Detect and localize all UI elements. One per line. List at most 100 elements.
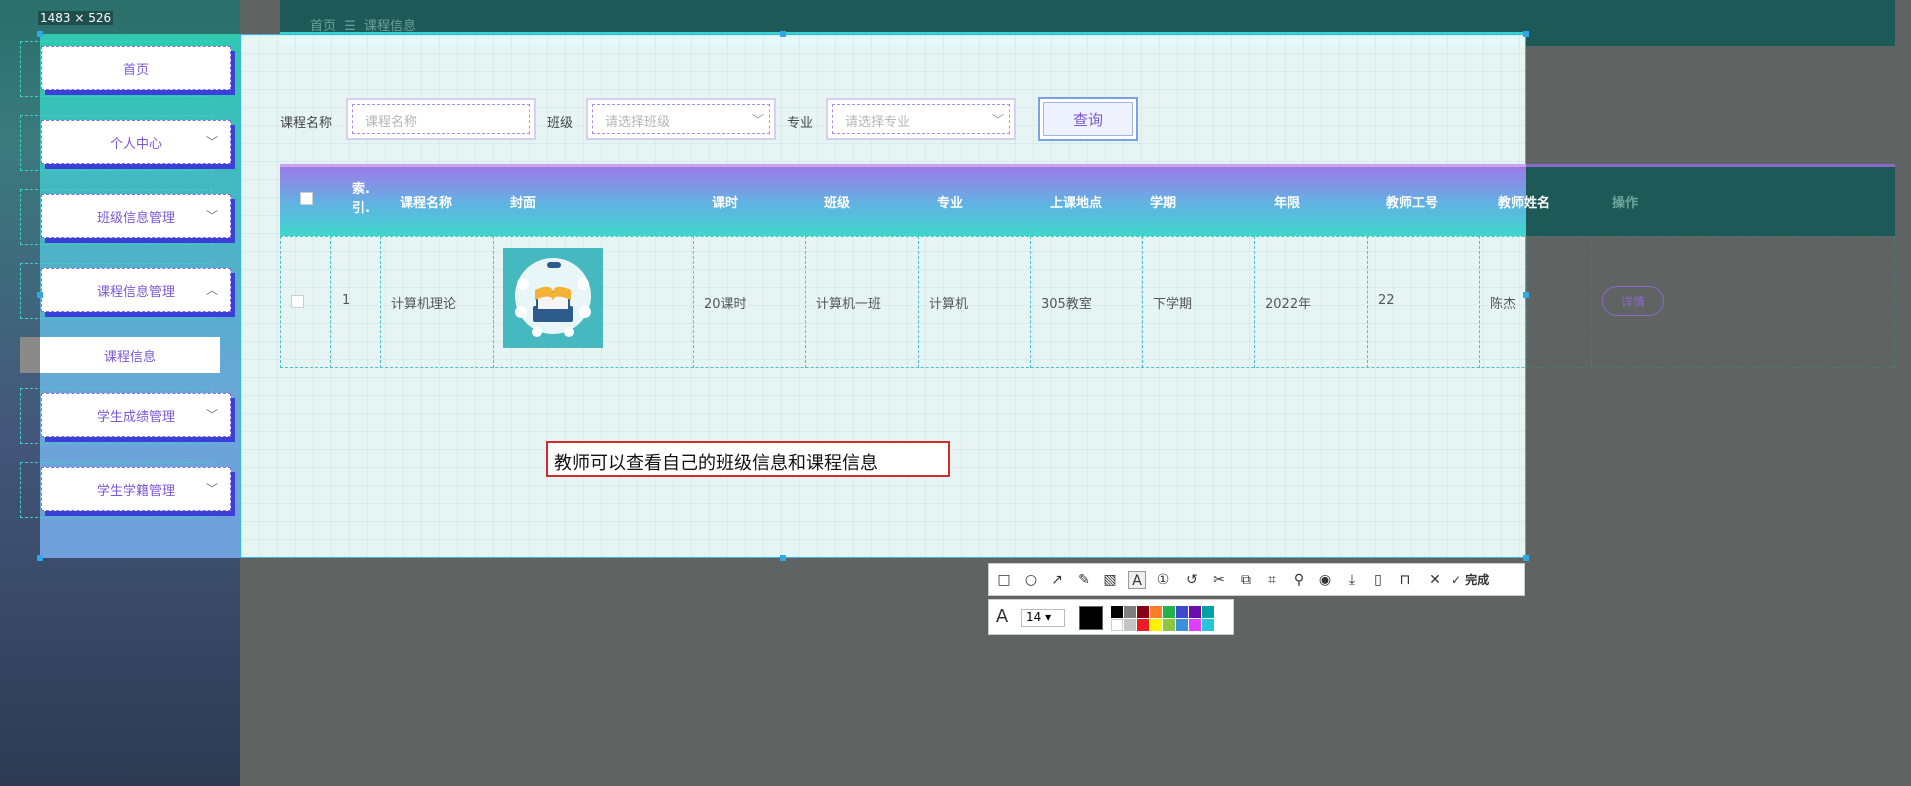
chevron-down-icon: ﹀ <box>205 135 218 149</box>
record-icon[interactable]: ◉ <box>1316 571 1334 589</box>
selection-handle[interactable] <box>37 292 43 298</box>
header-year: 年限 <box>1274 196 1301 211</box>
sidebar-item-label: 学生学籍管理 <box>96 483 175 499</box>
cell-index: 1 <box>342 293 351 308</box>
sidebar-item-score-management[interactable]: 学生成绩管理 ﹀ <box>20 388 231 444</box>
cell-year: 2022年 <box>1265 297 1312 312</box>
cell-class: 计算机一班 <box>816 297 882 312</box>
course-name-label: 课程名称 <box>280 116 333 131</box>
sidebar-item-home[interactable]: 首页 <box>20 41 231 97</box>
chevron-down-icon: ﹀ <box>751 113 764 127</box>
pencil-icon[interactable]: ✎ <box>1075 571 1093 589</box>
text-style-toolbar: A 14 ▾ <box>988 599 1234 635</box>
sidebar-sub-item-course-info[interactable]: 课程信息 <box>40 337 220 373</box>
query-button[interactable]: 查询 <box>1038 97 1138 141</box>
phone-icon[interactable]: ▯ <box>1369 571 1387 589</box>
sidebar-item-status-management[interactable]: 学生学籍管理 ﹀ <box>20 462 231 518</box>
color-swatch[interactable] <box>1163 606 1175 618</box>
bookmark-icon[interactable]: ⊓ <box>1396 571 1414 589</box>
selection-handle[interactable] <box>1523 292 1529 298</box>
done-button[interactable]: ✓ 完成 <box>1451 571 1511 589</box>
breadcrumb-home[interactable]: 首页 <box>310 19 336 34</box>
font-size-value: 14 <box>1026 610 1042 624</box>
selection-handle[interactable] <box>37 555 43 561</box>
number-icon[interactable]: ① <box>1154 571 1172 589</box>
row-checkbox[interactable] <box>291 295 304 308</box>
arrow-icon[interactable]: ↗ <box>1048 571 1066 589</box>
color-swatch[interactable] <box>1150 619 1162 631</box>
circle-icon[interactable]: ○ <box>1022 571 1040 589</box>
sidebar-item-label: 班级信息管理 <box>96 210 175 226</box>
select-all-checkbox[interactable] <box>300 192 313 205</box>
cell-term: 下学期 <box>1153 297 1193 312</box>
color-swatch[interactable] <box>1189 619 1201 631</box>
header-teacher-name: 教师姓名 <box>1498 196 1551 211</box>
selection-handle[interactable] <box>780 31 786 37</box>
class-placeholder: 请选择班级 <box>592 104 770 134</box>
header-hours: 课时 <box>712 196 739 211</box>
cell-major: 计算机 <box>929 297 969 312</box>
class-label: 班级 <box>547 116 574 131</box>
color-swatch[interactable] <box>1189 606 1201 618</box>
course-cover-image <box>503 248 603 348</box>
chevron-down-icon: ﹀ <box>991 113 1004 127</box>
breadcrumb: 首页 ☰ 课程信息 <box>310 15 416 34</box>
color-swatch[interactable] <box>1176 619 1188 631</box>
course-name-input[interactable]: 课程名称 <box>346 98 536 140</box>
pin-icon[interactable]: ⚲ <box>1290 571 1308 589</box>
header-cover: 封面 <box>510 196 537 211</box>
current-color[interactable] <box>1079 606 1103 630</box>
header-major: 专业 <box>937 196 964 211</box>
chevron-down-icon: ﹀ <box>205 408 218 422</box>
header-action: 操作 <box>1612 196 1639 211</box>
undo-icon[interactable]: ↺ <box>1183 571 1201 589</box>
detail-button[interactable]: 详情 <box>1602 286 1664 316</box>
sidebar-item-course-management[interactable]: 课程信息管理 ︿ <box>20 263 231 319</box>
color-swatch[interactable] <box>1111 619 1123 631</box>
color-swatch[interactable] <box>1124 619 1136 631</box>
header-teacher-id: 教师工号 <box>1386 196 1439 211</box>
selection-handle[interactable] <box>780 555 786 561</box>
color-swatch[interactable] <box>1163 619 1175 631</box>
color-swatch[interactable] <box>1202 619 1214 631</box>
screen: 首页 ☰ 课程信息 1483 × 526 首页 个人中心 ﹀ 班级信息管理 ﹀ 课程… <box>0 0 1911 786</box>
sidebar-item-class-management[interactable]: 班级信息管理 ﹀ <box>20 189 231 245</box>
font-icon: A <box>995 606 1009 627</box>
ocr-icon[interactable]: ⧉ <box>1237 571 1255 589</box>
mosaic-icon[interactable]: ▧ <box>1101 571 1119 589</box>
course-name-placeholder: 课程名称 <box>352 104 530 134</box>
close-icon[interactable]: ✕ <box>1426 571 1444 589</box>
chevron-down-icon: ﹀ <box>205 482 218 496</box>
chevron-up-icon: ︿ <box>205 283 218 297</box>
sidebar-item-label: 课程信息管理 <box>96 284 175 300</box>
color-swatch[interactable] <box>1202 606 1214 618</box>
cell-location: 305教室 <box>1041 297 1092 312</box>
table-row-outside-selection <box>1526 236 1895 368</box>
sidebar-sub-item-label: 课程信息 <box>103 349 156 365</box>
color-swatch[interactable] <box>1124 606 1136 618</box>
capture-icon[interactable]: ⌗ <box>1263 571 1281 589</box>
annotation-text-box[interactable]: 教师可以查看自己的班级信息和课程信息 <box>546 441 950 477</box>
selection-handle[interactable] <box>1523 555 1529 561</box>
major-select[interactable]: 请选择专业 ﹀ <box>826 98 1016 140</box>
color-swatch[interactable] <box>1176 606 1188 618</box>
table-header-outside-selection <box>1526 164 1895 236</box>
sidebar-item-label: 个人中心 <box>109 136 162 152</box>
sidebar-item-label: 首页 <box>122 62 149 78</box>
font-size-select[interactable]: 14 ▾ <box>1021 609 1065 627</box>
selection-handle[interactable] <box>1523 31 1529 37</box>
selection-handle[interactable] <box>37 31 43 37</box>
header-location: 上课地点 <box>1050 196 1103 211</box>
major-placeholder: 请选择专业 <box>832 104 1010 134</box>
rectangle-icon[interactable]: □ <box>995 571 1013 589</box>
class-select[interactable]: 请选择班级 ﹀ <box>586 98 776 140</box>
color-swatch[interactable] <box>1137 606 1149 618</box>
cell-hours: 20课时 <box>704 297 747 312</box>
scissors-icon[interactable]: ✂ <box>1210 571 1228 589</box>
sidebar-item-personal-center[interactable]: 个人中心 ﹀ <box>20 115 231 171</box>
download-icon[interactable]: ⤓ <box>1343 571 1361 589</box>
color-swatch[interactable] <box>1137 619 1149 631</box>
text-icon[interactable]: A <box>1128 571 1146 589</box>
color-swatch[interactable] <box>1111 606 1123 618</box>
color-swatch[interactable] <box>1150 606 1162 618</box>
